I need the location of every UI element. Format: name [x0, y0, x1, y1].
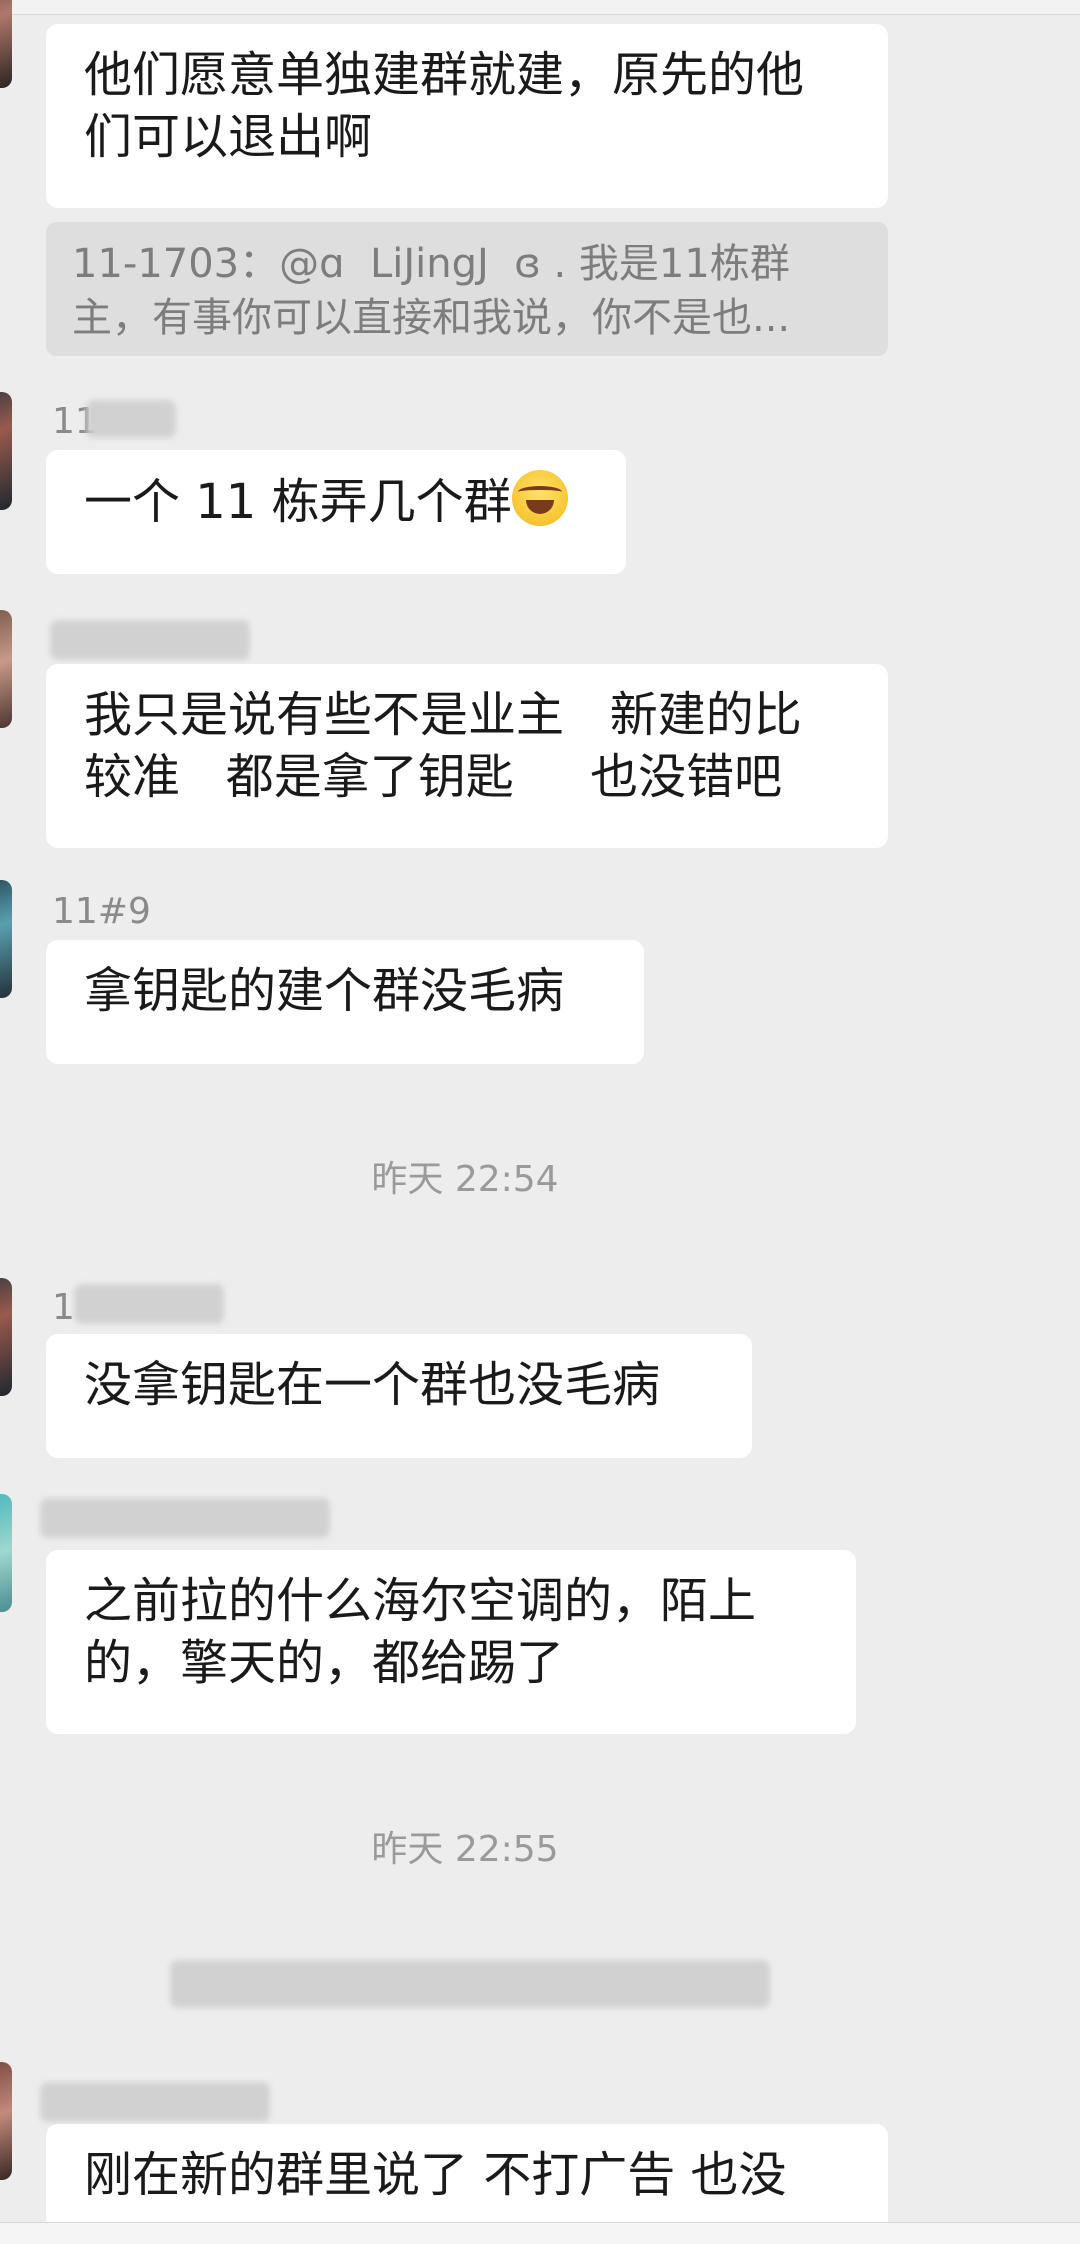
message-text: 一个 11 栋弄几个群: [84, 474, 512, 530]
redacted-name: [40, 1498, 330, 1538]
quoted-reply[interactable]: 11-1703：@ɑ LiJingJ ɞ . 我是11栋群 主，有事你可以直接和…: [46, 222, 888, 356]
message-bubble[interactable]: 他们愿意单独建群就建，原先的他 们可以退出啊: [46, 24, 888, 208]
message-bubble[interactable]: 没拿钥匙在一个群也没毛病: [46, 1334, 752, 1458]
redacted-name: [40, 2082, 270, 2122]
avatar[interactable]: [0, 0, 12, 88]
laughing-tears-emoji-icon: [511, 470, 568, 526]
avatar[interactable]: [0, 1494, 12, 1612]
timestamp: 昨天 22:54: [371, 1159, 559, 1200]
avatar[interactable]: [0, 392, 12, 510]
redacted-name: [86, 400, 176, 438]
timestamp: 昨天 22:55: [371, 1829, 559, 1870]
bottom-bar: [0, 2222, 1080, 2244]
avatar[interactable]: [0, 610, 12, 728]
avatar[interactable]: [0, 880, 12, 998]
sender-name: 1: [52, 1287, 75, 1328]
redacted-name: [74, 1284, 224, 1324]
sender-name: 11#9: [52, 891, 151, 932]
redacted-system-notice: [170, 1960, 770, 2008]
message-bubble[interactable]: 拿钥匙的建个群没毛病: [46, 940, 644, 1064]
top-divider: [0, 0, 1080, 15]
avatar[interactable]: [0, 2062, 12, 2180]
message-bubble[interactable]: 一个 11 栋弄几个群: [46, 450, 626, 574]
redacted-name: [50, 620, 250, 660]
message-bubble[interactable]: 我只是说有些不是业主 新建的比 较准 都是拿了钥匙 也没错吧: [46, 664, 888, 848]
avatar[interactable]: [0, 1278, 12, 1396]
message-bubble[interactable]: 之前拉的什么海尔空调的，陌上 的，擎天的，都给踢了: [46, 1550, 856, 1734]
